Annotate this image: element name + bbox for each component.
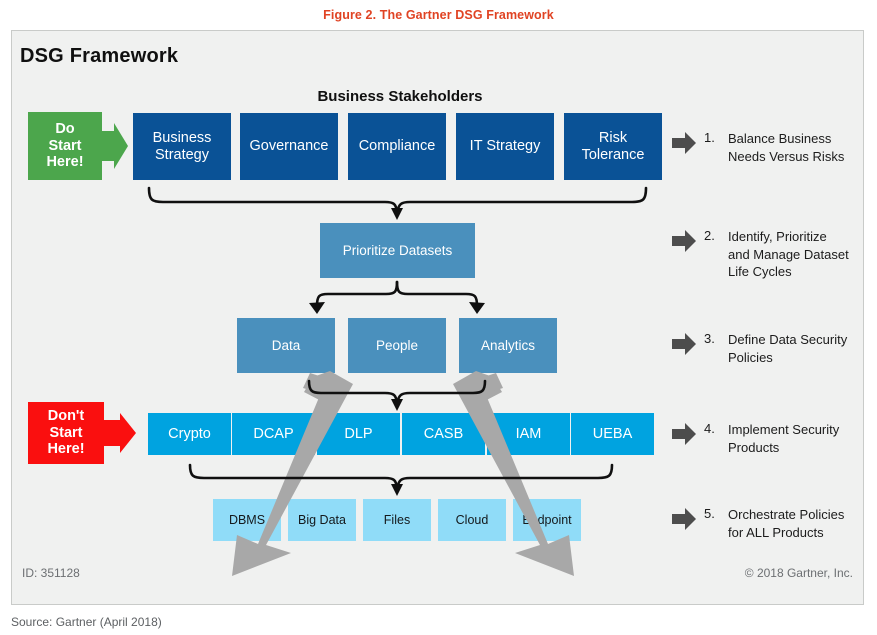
stakeholder-label-0b: Strategy (155, 146, 209, 163)
step-item-2: 2. Identify, Prioritize and Manage Datas… (672, 228, 857, 281)
stakeholder-label-3: IT Strategy (469, 138, 541, 155)
dont-start-line2: Start (49, 424, 83, 441)
stakeholder-label-4b: Tolerance (581, 146, 645, 163)
step-item-1: 1. Balance Business Needs Versus Risks (672, 130, 857, 165)
step-arrow-icon-3 (672, 333, 698, 355)
business-stakeholders-heading: Business Stakeholders (317, 88, 483, 105)
repository-box-cloud[interactable]: Cloud (438, 499, 506, 541)
stakeholder-box-risk-tolerance[interactable]: Risk Tolerance (564, 113, 662, 180)
step-item-3: 3. Define Data Security Policies (672, 331, 857, 366)
domain-box-people[interactable]: People (348, 318, 446, 373)
do-start-here-banner[interactable]: Do Start Here! (28, 112, 102, 180)
copyright-label: © 2018 Gartner, Inc. (744, 566, 853, 580)
repository-box-files[interactable]: Files (363, 499, 431, 541)
step-number-2: 2. (704, 228, 715, 243)
page-title: DSG Framework (20, 45, 179, 67)
repository-box-endpoint[interactable]: Endpoint (513, 499, 581, 541)
domain-box-analytics[interactable]: Analytics (459, 318, 557, 373)
prioritize-datasets-box[interactable]: Prioritize Datasets (320, 223, 475, 278)
domain-box-data[interactable]: Data (237, 318, 335, 373)
product-label-0: Crypto (168, 425, 211, 442)
domain-label-2: Analytics (480, 337, 536, 353)
product-label-2: DLP (344, 425, 373, 442)
step-item-4: 4. Implement Security Products (672, 421, 857, 456)
step-arrow-icon-4 (672, 423, 698, 445)
do-start-line2: Start (48, 137, 82, 154)
source-label: Source: Gartner (April 2018) (11, 615, 162, 629)
step-arrow-icon-1 (672, 132, 698, 154)
product-box-casb[interactable]: CASB (402, 413, 485, 455)
do-start-line3: Here! (46, 154, 84, 171)
dont-start-arrow-shaft (104, 420, 120, 446)
product-box-dcap[interactable]: DCAP (232, 413, 315, 455)
step-number-1: 1. (704, 130, 715, 145)
stakeholder-box-business-strategy[interactable]: Business Strategy (133, 113, 231, 180)
figure-caption: Figure 2. The Gartner DSG Framework (323, 8, 554, 22)
dont-start-line3: Here! (47, 441, 85, 458)
repository-label-2: Files (383, 513, 411, 527)
do-start-line1: Do (55, 120, 75, 137)
step-arrow-icon-2 (672, 230, 698, 252)
step-number-4: 4. (704, 421, 715, 436)
repository-label-0: DBMS (228, 513, 266, 527)
step-number-3: 3. (704, 331, 715, 346)
step-text-3: Define Data Security Policies (728, 332, 848, 365)
repository-label-3: Cloud (455, 513, 489, 527)
step-text-1: Balance Business Needs Versus Risks (728, 131, 845, 164)
repository-box-big-data[interactable]: Big Data (288, 499, 356, 541)
step-text-4: Implement Security Products (728, 422, 840, 455)
product-label-1: DCAP (253, 425, 294, 442)
repository-label-1: Big Data (298, 513, 346, 527)
product-box-dlp[interactable]: DLP (317, 413, 400, 455)
stakeholder-box-compliance[interactable]: Compliance (348, 113, 446, 180)
dont-start-arrow-head (120, 413, 136, 453)
domain-label-1: People (375, 337, 419, 353)
step-text-5: Orchestrate Policies for ALL Products (728, 507, 845, 540)
product-label-4: IAM (515, 425, 542, 442)
prioritize-datasets-label: Prioritize Datasets (342, 242, 453, 258)
do-start-arrow-head (114, 123, 128, 169)
stakeholder-label-4a: Risk (598, 130, 628, 147)
stakeholder-label-2: Compliance (358, 138, 436, 155)
repository-label-4: Endpoint (522, 513, 572, 527)
step-item-5: 5. Orchestrate Policies for ALL Products (672, 506, 857, 541)
domain-label-0: Data (271, 337, 301, 353)
step-arrow-icon-5 (672, 508, 698, 530)
figure-page: Figure 2. The Gartner DSG Framework DSG … (0, 0, 877, 635)
step-number-5: 5. (704, 506, 715, 521)
stakeholder-box-governance[interactable]: Governance (240, 113, 338, 180)
repository-box-dbms[interactable]: DBMS (213, 499, 281, 541)
step-text-2: Identify, Prioritize and Manage Dataset … (728, 229, 849, 280)
stakeholder-box-it-strategy[interactable]: IT Strategy (456, 113, 554, 180)
dont-start-line1: Don't (47, 407, 85, 424)
stakeholder-label-1: Governance (249, 138, 329, 155)
product-label-5: UEBA (592, 425, 633, 442)
product-box-crypto[interactable]: Crypto (148, 413, 231, 455)
diagram-id-label: ID: 351128 (22, 566, 80, 580)
dont-start-here-banner[interactable]: Don't Start Here! (28, 402, 104, 464)
stakeholder-label-0a: Business (152, 130, 212, 147)
product-box-iam[interactable]: IAM (487, 413, 570, 455)
product-box-ueba[interactable]: UEBA (571, 413, 654, 455)
product-label-3: CASB (423, 425, 464, 442)
